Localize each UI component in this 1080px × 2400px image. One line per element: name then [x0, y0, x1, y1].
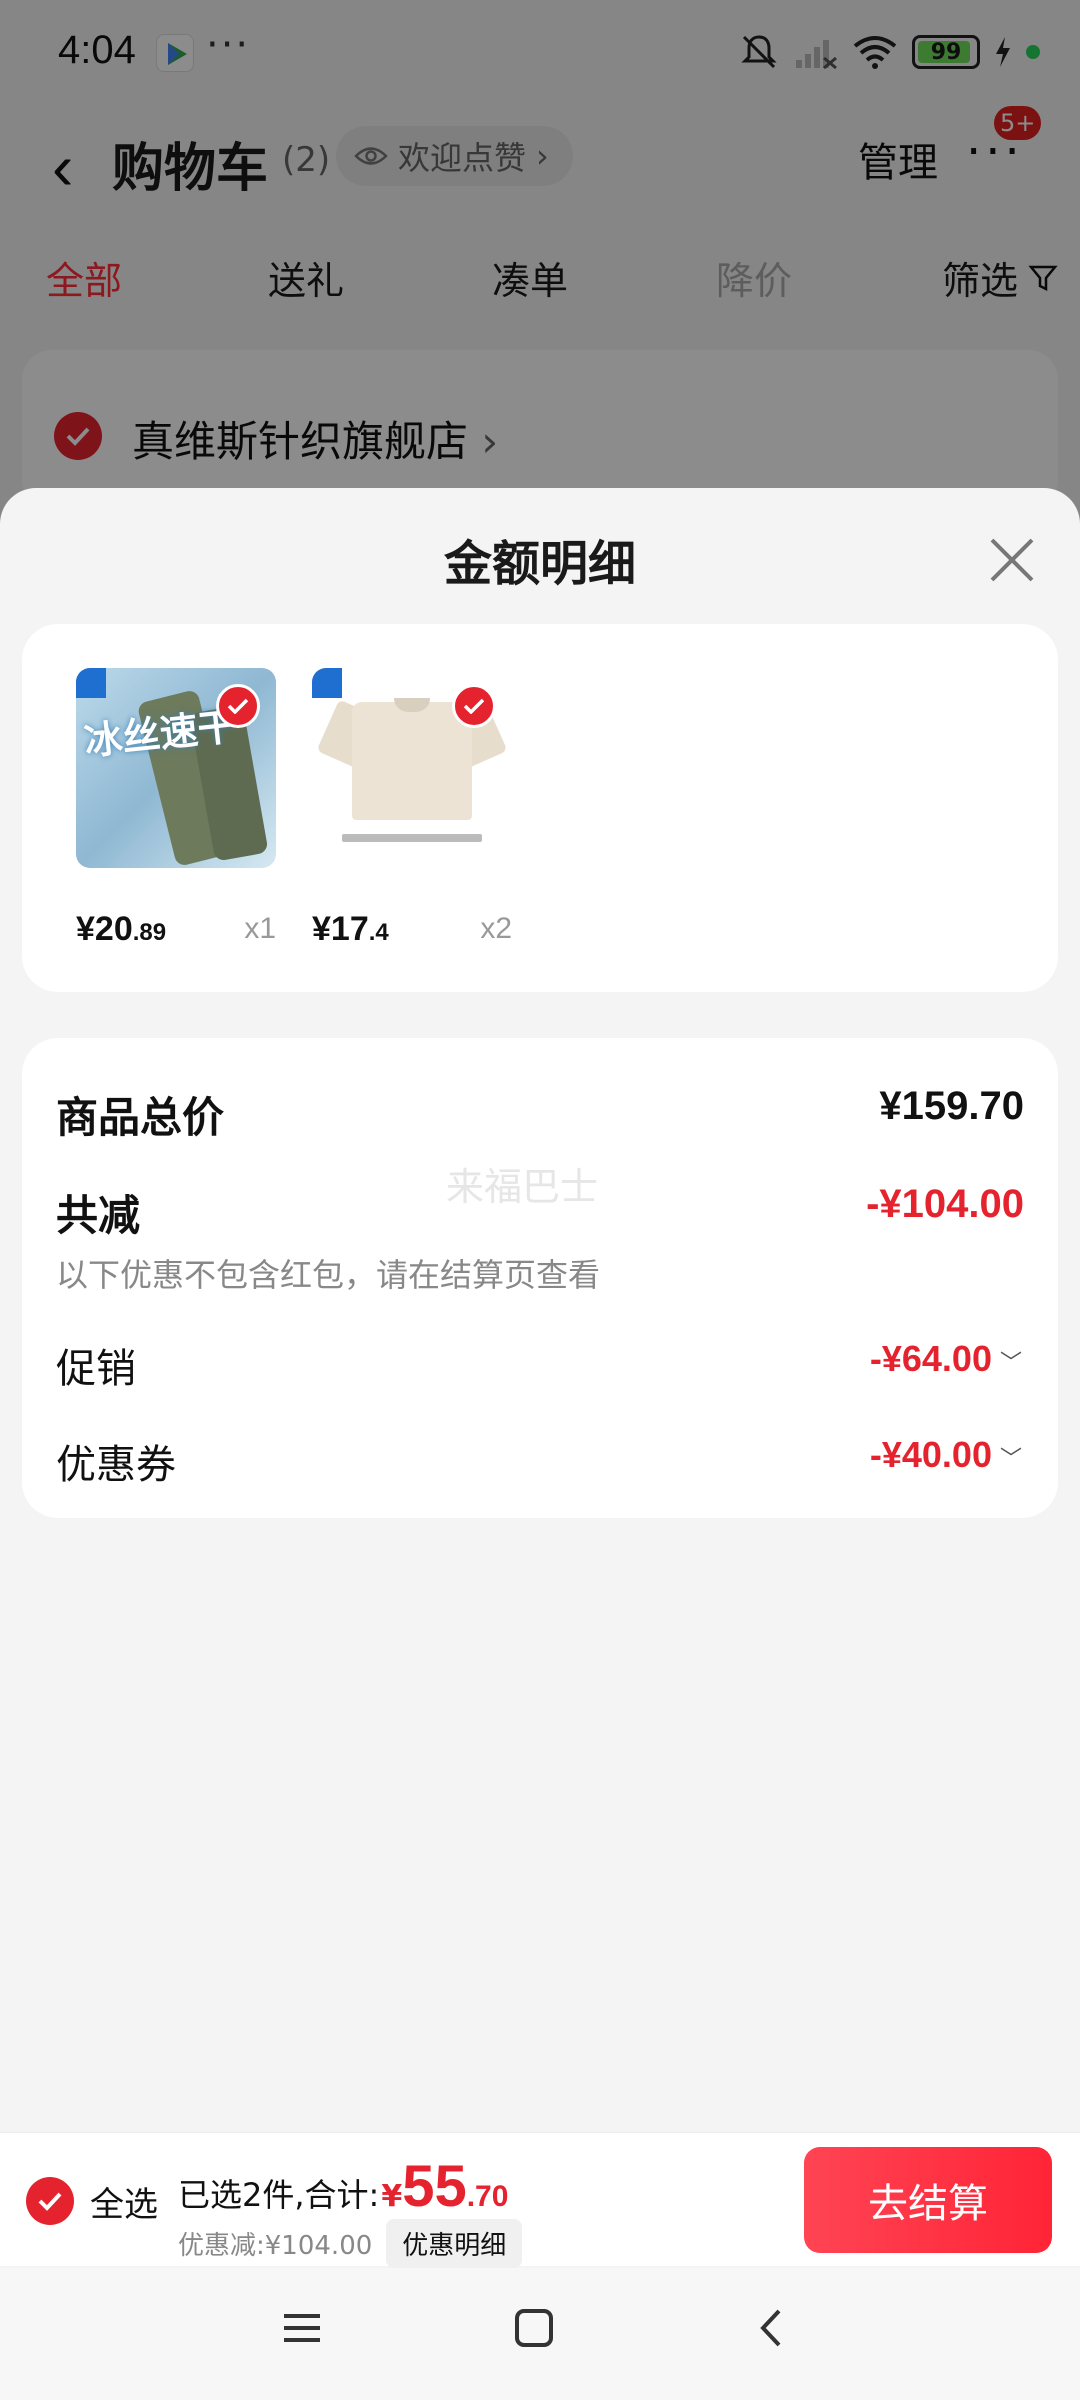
total-price-value: ¥159.70 — [879, 1084, 1024, 1128]
close-icon — [990, 538, 1034, 582]
total-amount-integer: 55 — [402, 2154, 467, 2219]
promotion-value: -¥64.00 — [869, 1338, 992, 1379]
checkout-button[interactable]: 去结算 — [804, 2147, 1052, 2253]
discount-amount-text: 优惠减:¥104.00 — [178, 2231, 373, 2261]
checkout-bar: 全选 已选2件,合计: ¥ 55 .70 优惠减:¥104.00 优惠明细 去结… — [0, 2132, 1080, 2268]
select-all-checkbox[interactable] — [26, 2177, 74, 2225]
selected-count-text: 已选2件,合计: — [178, 2176, 380, 2214]
coupon-value: -¥40.00 — [869, 1434, 992, 1475]
amount-detail-sheet: 金额明细 冰丝速干 ¥20.89 x1 ¥17.4 x2 来福巴士 商品总价 ¥… — [0, 488, 1080, 2400]
checkmark-icon — [38, 2192, 62, 2211]
discount-note: 以下优惠不包含红包，请在结算页查看 — [56, 1256, 601, 1294]
total-reduction-label: 共减 — [56, 1191, 141, 1240]
chevron-down-icon: ﹀ — [999, 1350, 1022, 1376]
total-reduction-value: -¥104.00 — [866, 1182, 1024, 1226]
selected-items-card: 冰丝速干 ¥20.89 x1 ¥17.4 x2 — [22, 624, 1058, 992]
home-icon[interactable] — [514, 2308, 554, 2348]
price-summary-card: 来福巴士 商品总价 ¥159.70 共减 -¥104.00 以下优惠不包含红包，… — [22, 1038, 1058, 1518]
item-price: ¥17.4 — [312, 910, 389, 948]
system-navigation-bar — [0, 2268, 1080, 2400]
promotion-value-row[interactable]: -¥64.00 ﹀ — [870, 1338, 1022, 1380]
checkmark-icon — [463, 698, 485, 714]
selected-total: 已选2件,合计: ¥ 55 .70 — [178, 2153, 508, 2220]
total-amount-decimal: .70 — [466, 2180, 509, 2213]
total-price-label: 商品总价 — [56, 1093, 225, 1142]
menu-icon[interactable] — [282, 2308, 322, 2348]
chevron-down-icon: ﹀ — [999, 1446, 1022, 1472]
item-quantity: x2 — [480, 912, 512, 945]
list-item[interactable]: ¥17.4 x2 — [312, 668, 512, 948]
item-checkbox[interactable] — [216, 684, 260, 728]
total-currency-symbol: ¥ — [381, 2179, 403, 2214]
coupon-value-row[interactable]: -¥40.00 ﹀ — [870, 1434, 1022, 1476]
brand-logo-icon — [76, 668, 106, 698]
watermark: 来福巴士 — [446, 1165, 599, 1209]
discount-line: 优惠减:¥104.00 优惠明细 — [178, 2219, 523, 2268]
promotion-label: 促销 — [56, 1346, 136, 1392]
product-image: 冰丝速干 — [76, 668, 276, 868]
back-icon[interactable] — [752, 2308, 792, 2348]
select-all-label[interactable]: 全选 — [90, 2177, 158, 2226]
list-item[interactable]: 冰丝速干 ¥20.89 x1 — [76, 668, 276, 948]
coupon-label: 优惠券 — [56, 1442, 176, 1488]
close-button[interactable] — [984, 532, 1040, 588]
item-quantity: x1 — [244, 912, 276, 945]
sheet-title: 金额明细 — [443, 536, 636, 592]
checkmark-icon — [227, 698, 249, 714]
discount-detail-button[interactable]: 优惠明细 — [386, 2219, 523, 2268]
item-price: ¥20.89 — [76, 910, 167, 948]
brand-logo-icon — [312, 668, 342, 698]
item-checkbox[interactable] — [452, 684, 496, 728]
product-image — [312, 668, 512, 868]
